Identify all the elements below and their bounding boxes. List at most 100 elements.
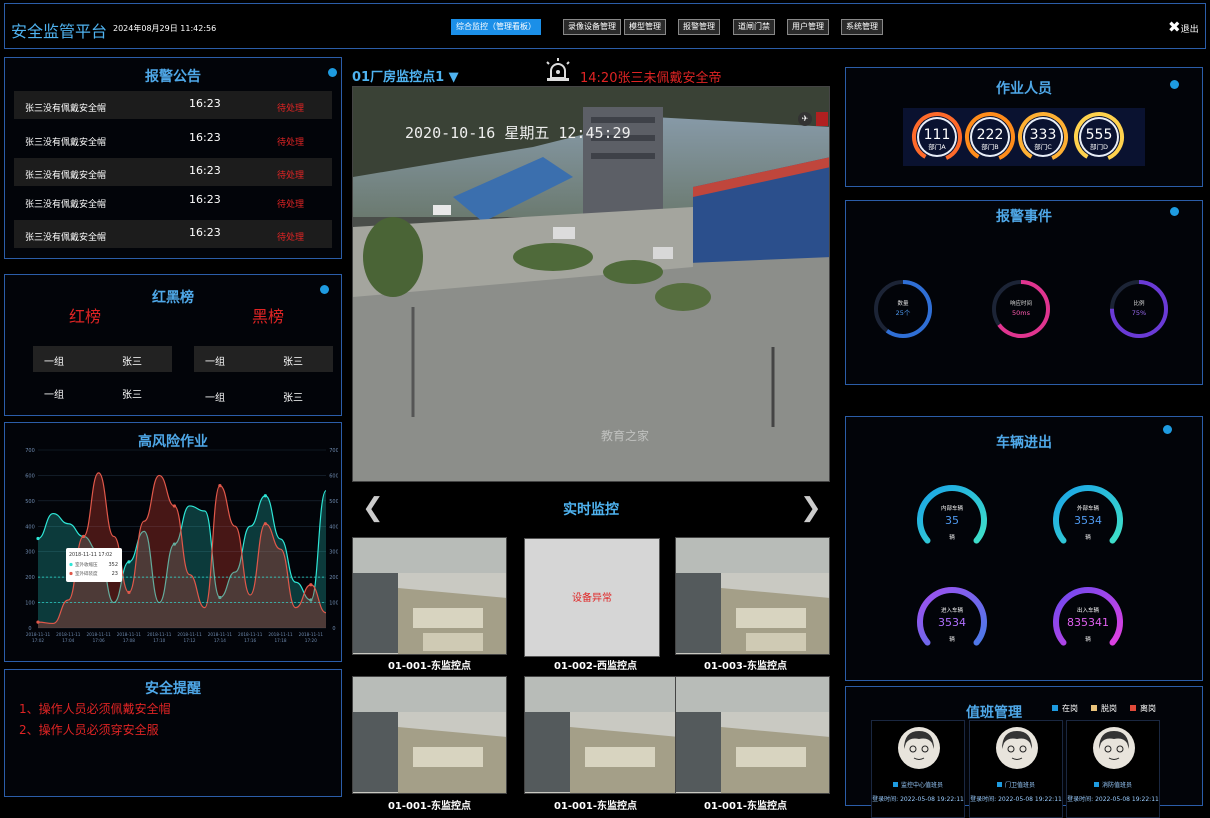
department-label: 部门D xyxy=(1090,142,1108,151)
alarm-name: 张三没有佩戴安全帽 xyxy=(25,200,107,210)
alarm-row[interactable]: 张三没有佩戴安全帽 16:23 待处理 xyxy=(14,125,332,153)
nav-dashboard[interactable]: 综合监控（管理看板） xyxy=(451,19,541,35)
duty-name: 门卫值班员 xyxy=(970,780,1062,789)
alarm-event-rings: 数量 25个 响应时间 50ms 比例 75% xyxy=(874,280,1168,338)
tooltip-value: 352 xyxy=(108,562,118,568)
avatar xyxy=(1093,727,1135,769)
nav-users[interactable]: 用户管理 xyxy=(787,19,829,35)
event-value: 25个 xyxy=(896,309,911,317)
x-tick-label: 17:02 xyxy=(32,638,44,643)
data-point xyxy=(263,522,267,526)
alarm-row[interactable]: 张三没有佩戴安全帽 16:23 待处理 xyxy=(14,220,332,248)
camera-thumbnail[interactable] xyxy=(524,676,679,794)
alarm-message: 14:20张三未佩戴安全帝 xyxy=(580,71,722,86)
rank-group: 一组 xyxy=(44,357,64,368)
thumbnail-image xyxy=(676,677,829,793)
x-tick-label: 17:18 xyxy=(274,638,286,643)
camera-select[interactable]: 01厂房监控点1 ▼ xyxy=(352,66,459,85)
camera-thumbnail[interactable] xyxy=(352,537,507,655)
black-list-row[interactable]: 一组 张三 xyxy=(194,382,333,408)
panel-title: 安全提醒 xyxy=(145,681,201,697)
x-tick-label: 17:16 xyxy=(244,638,256,643)
x-tick-label: 2018-11-11 xyxy=(177,632,202,637)
rank-name: 张三 xyxy=(283,393,303,404)
x-tick-label: 17:06 xyxy=(93,638,105,643)
alarm-name: 张三没有佩戴安全帽 xyxy=(25,233,107,243)
red-list-row[interactable]: 一组 张三 xyxy=(33,379,172,405)
rank-group: 一组 xyxy=(205,393,225,404)
camera-thumbnail[interactable] xyxy=(675,676,830,794)
rank-name: 张三 xyxy=(283,357,303,368)
camera-select-label: 01厂房监控点1 xyxy=(352,70,445,85)
nav-alarm[interactable]: 报警管理 xyxy=(678,19,720,35)
alarm-status: 待处理 xyxy=(277,104,305,114)
rank-group: 一组 xyxy=(205,357,225,368)
y-tick-label: 500 xyxy=(329,499,338,505)
app-title: 安全监管平台 xyxy=(11,22,108,41)
data-point xyxy=(172,504,177,508)
alarm-time: 16:23 xyxy=(189,164,221,177)
alarm-row[interactable]: 张三没有佩戴安全帽 16:23 待处理 xyxy=(14,187,332,215)
camera-thumbnail[interactable] xyxy=(352,676,507,794)
data-point xyxy=(127,590,131,594)
worker-count: 222 xyxy=(977,127,1004,143)
y-tick-label: 300 xyxy=(25,550,35,556)
camera-label: 01-001-东监控点 xyxy=(703,801,788,812)
vehicle-unit: 辆 xyxy=(949,533,955,541)
panel-title: 红黑榜 xyxy=(152,290,194,306)
red-list-heading: 红榜 xyxy=(69,307,102,326)
worker-count: 333 xyxy=(1030,127,1057,143)
duty-login-time: 登录时间: 2022-05-08 19:22:11 xyxy=(1067,796,1159,803)
logout-label: 退出 xyxy=(1180,25,1199,35)
duty-card[interactable]: 消防值班员 登录时间: 2022-05-08 19:22:11 xyxy=(1066,720,1160,818)
department-label: 部门C xyxy=(1034,142,1052,151)
tooltip-series-name: 室外碎装度 xyxy=(75,570,98,577)
x-tick-label: 17:12 xyxy=(184,638,196,643)
main-video-feed[interactable]: 2020-10-16 星期五 12:45:29 ✈ 教育之家 xyxy=(352,86,830,482)
logout-button[interactable]: ✖退出 xyxy=(1168,18,1199,36)
nav-recorder[interactable]: 录像设备管理 xyxy=(563,19,621,35)
red-list-row[interactable]: 一组 张三 xyxy=(33,346,172,372)
data-point xyxy=(36,536,40,541)
nav-gate[interactable]: 道闸门禁 xyxy=(733,19,775,35)
duty-name: 监控中心值班员 xyxy=(872,780,964,789)
tooltip-marker xyxy=(69,571,73,576)
alarm-row[interactable]: 张三没有佩戴安全帽 16:23 待处理 xyxy=(14,158,332,186)
workers-gauges: 111部门A 222部门B 333部门C 555部门D xyxy=(912,112,1124,162)
duty-card[interactable]: 监控中心值班员 登录时间: 2022-05-08 19:22:11 xyxy=(871,720,965,818)
nav-system[interactable]: 系统管理 xyxy=(841,19,883,35)
y-tick-label: 100 xyxy=(329,601,338,607)
x-tick-label: 2018-11-11 xyxy=(56,632,81,637)
vehicle-label: 进入车辆 xyxy=(941,606,964,614)
duty-login-time: 登录时间: 2022-05-08 19:22:11 xyxy=(872,796,964,803)
alarm-row[interactable]: 张三没有佩戴安全帽 16:23 待处理 xyxy=(14,91,332,119)
worker-count: 555 xyxy=(1086,127,1113,143)
tooltip-title: 2018-11-11 17:02 xyxy=(69,552,112,558)
y-tick-label: 0 xyxy=(332,626,335,632)
y-tick-label: 200 xyxy=(25,575,35,581)
camera-thumbnail[interactable] xyxy=(675,537,830,655)
y-tick-label: 300 xyxy=(329,550,338,556)
x-tick-label: 2018-11-11 xyxy=(208,632,233,637)
vehicle-count: 835341 xyxy=(1067,616,1109,629)
x-tick-label: 2018-11-11 xyxy=(86,632,111,637)
vehicle-label: 出入车辆 xyxy=(1077,606,1100,614)
device-error-thumbnail[interactable]: 设备异常 xyxy=(524,538,660,657)
black-list-row[interactable]: 一组 张三 xyxy=(194,346,333,372)
duty-card[interactable]: 门卫值班员 登录时间: 2022-05-08 19:22:11 xyxy=(969,720,1063,818)
record-icon[interactable] xyxy=(816,112,828,126)
thumbnail-image xyxy=(353,677,506,793)
vehicle-unit: 辆 xyxy=(1085,635,1091,643)
high-risk-chart[interactable]: 0 0100 100200 200300 300400 400500 500600 60070… xyxy=(22,444,338,644)
camera-label: 01-001-东监控点 xyxy=(387,661,472,672)
legend-label: 在岗 xyxy=(1062,704,1078,713)
map-pin-icon[interactable]: ✈ xyxy=(798,112,812,126)
avatar xyxy=(996,727,1038,769)
event-label: 比例 xyxy=(1133,299,1145,307)
nav-model[interactable]: 模型管理 xyxy=(624,19,666,35)
tooltip-marker xyxy=(69,562,73,567)
status-dot-icon xyxy=(1163,425,1172,434)
next-arrow-icon[interactable]: ❯ xyxy=(800,493,822,523)
avatar xyxy=(898,727,940,769)
panel-title: 报警事件 xyxy=(996,209,1052,225)
